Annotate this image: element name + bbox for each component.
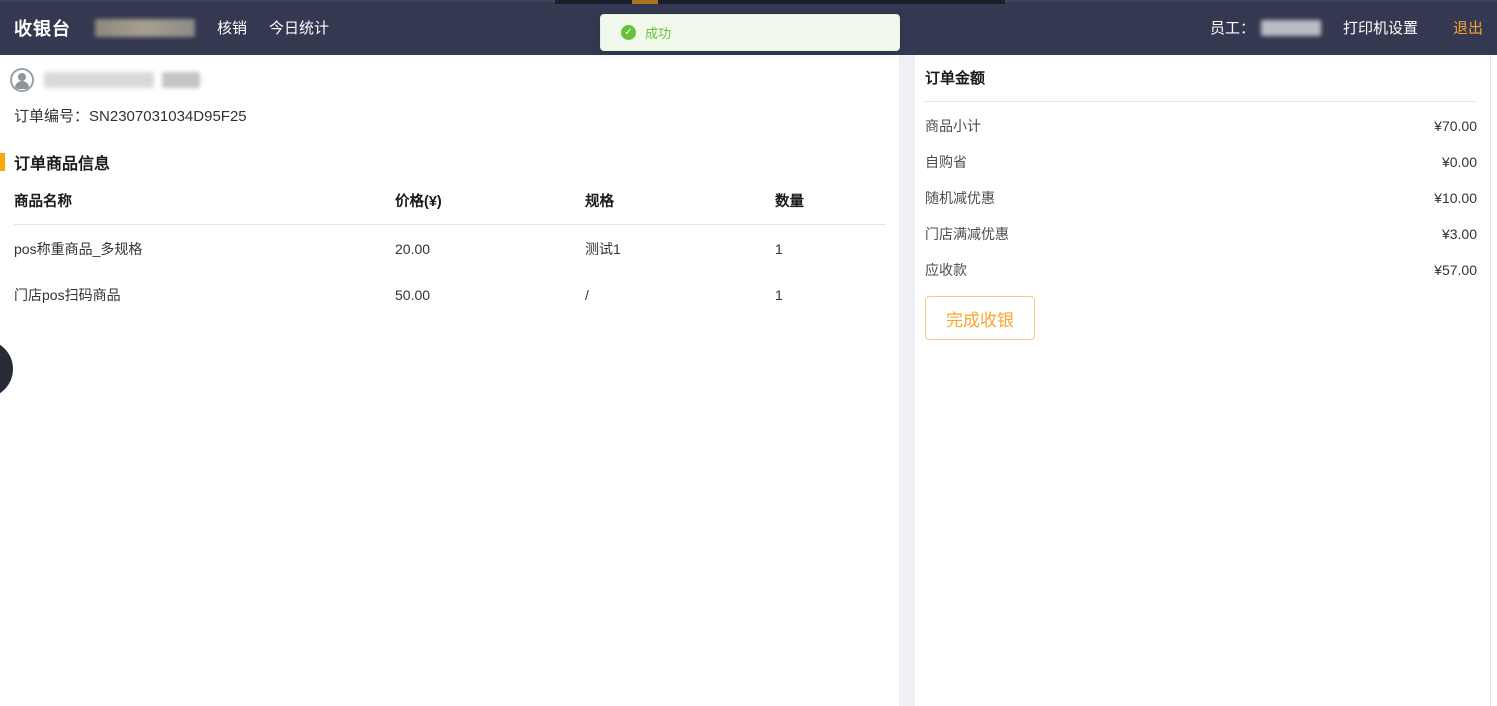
user-avatar-icon: [10, 68, 34, 92]
col-header-price: 价格(¥): [395, 180, 585, 225]
store-name-redacted: [95, 19, 195, 37]
nav-item-today-stats[interactable]: 今日统计: [269, 17, 329, 38]
cell-price: 20.00: [395, 225, 585, 272]
app-title[interactable]: 收银台: [14, 15, 71, 41]
summary-title: 订单金额: [915, 55, 1497, 101]
printer-settings-button[interactable]: 打印机设置: [1343, 17, 1418, 38]
background-window-strip-orange: [632, 0, 658, 4]
table-row: pos称重商品_多规格 20.00 测试1 1: [14, 225, 886, 272]
order-number-value: SN2307031034D95F25: [89, 108, 247, 125]
summary-value: ¥0.00: [1442, 154, 1477, 170]
background-window-strip: [555, 0, 1005, 4]
cell-qty: 1: [775, 271, 886, 317]
col-header-qty: 数量: [775, 180, 886, 225]
summary-rows: 商品小计 ¥70.00 自购省 ¥0.00 随机减优惠 ¥10.00 门店满减优…: [915, 102, 1497, 288]
success-toast: ✓ 成功: [600, 14, 900, 51]
goods-table: 商品名称 价格(¥) 规格 数量 pos称重商品_多规格 20.00 测试1 1…: [14, 180, 886, 317]
main-content: 订单编号：SN2307031034D95F25 订单商品信息 商品名称 价格(¥…: [0, 55, 1497, 706]
summary-row-self-purchase-saving: 自购省 ¥0.00: [915, 144, 1497, 180]
customer-name-redacted: [44, 72, 154, 88]
order-number-label: 订单编号：: [14, 108, 89, 125]
customer-row: [10, 68, 899, 92]
section-accent-bar: [0, 153, 5, 171]
summary-label: 自购省: [925, 152, 967, 172]
goods-table-header: 商品名称 价格(¥) 规格 数量: [14, 180, 886, 225]
right-edge-line: [1490, 55, 1491, 706]
panel-divider: [899, 55, 915, 706]
summary-value: ¥70.00: [1434, 118, 1477, 134]
order-number-line: 订单编号：SN2307031034D95F25: [14, 105, 899, 126]
success-check-icon: ✓: [621, 25, 636, 40]
order-detail-panel: 订单编号：SN2307031034D95F25 订单商品信息 商品名称 价格(¥…: [0, 55, 899, 706]
summary-value: ¥57.00: [1434, 262, 1477, 278]
section-title: 订单商品信息: [0, 150, 899, 174]
summary-label: 随机减优惠: [925, 188, 995, 208]
summary-value: ¥3.00: [1442, 226, 1477, 242]
cell-name: 门店pos扫码商品: [14, 271, 395, 317]
table-row: 门店pos扫码商品 50.00 / 1: [14, 271, 886, 317]
logout-button[interactable]: 退出: [1453, 17, 1483, 38]
summary-row-store-full-discount: 门店满减优惠 ¥3.00: [915, 216, 1497, 252]
summary-row-subtotal: 商品小计 ¥70.00: [915, 108, 1497, 144]
cell-name: pos称重商品_多规格: [14, 225, 395, 272]
col-header-spec: 规格: [585, 180, 775, 225]
summary-label: 商品小计: [925, 116, 981, 136]
toast-message: 成功: [645, 23, 671, 42]
cell-qty: 1: [775, 225, 886, 272]
summary-row-amount-due: 应收款 ¥57.00: [915, 252, 1497, 288]
order-amount-panel: 订单金额 商品小计 ¥70.00 自购省 ¥0.00 随机减优惠 ¥10.00 …: [915, 55, 1497, 706]
nav-item-verification[interactable]: 核销: [217, 17, 247, 38]
section-title-text: 订单商品信息: [14, 150, 110, 174]
summary-label: 门店满减优惠: [925, 224, 1009, 244]
customer-name-redacted-2: [162, 72, 200, 88]
col-header-name: 商品名称: [14, 180, 395, 225]
employee-label: 员工：: [1210, 17, 1255, 38]
cell-price: 50.00: [395, 271, 585, 317]
topbar-right: 员工： 打印机设置 退出: [1210, 17, 1497, 38]
employee-name-redacted: [1261, 20, 1321, 36]
cell-spec: /: [585, 271, 775, 317]
summary-value: ¥10.00: [1434, 190, 1477, 206]
summary-row-random-discount: 随机减优惠 ¥10.00: [915, 180, 1497, 216]
complete-checkout-button[interactable]: 完成收银: [925, 296, 1035, 340]
cell-spec: 测试1: [585, 225, 775, 272]
summary-label: 应收款: [925, 260, 967, 280]
